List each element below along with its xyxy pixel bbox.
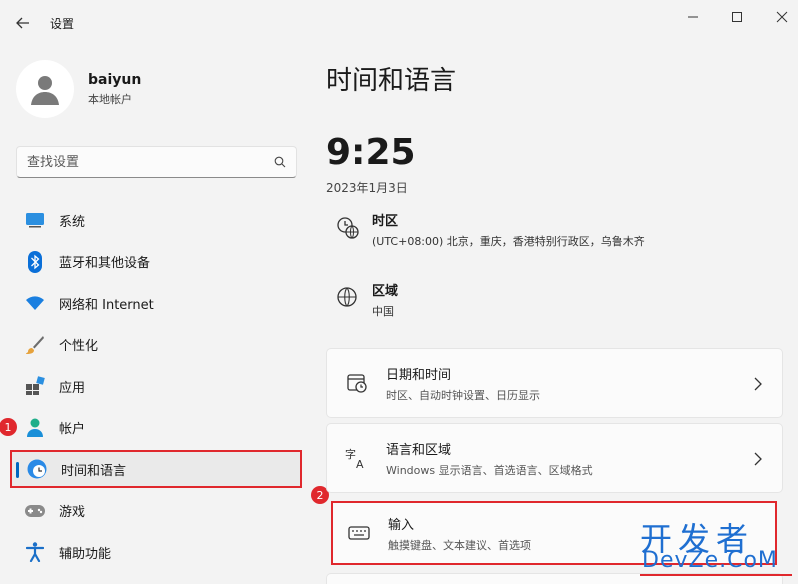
language-region-card[interactable]: 字A 语言和区域 Windows 显示语言、首选语言、区域格式 <box>326 423 783 493</box>
person-icon <box>24 417 46 439</box>
brush-icon <box>24 334 46 356</box>
back-arrow-icon[interactable] <box>14 14 32 32</box>
timezone-info: 时区 (UTC+08:00) 北京，重庆，香港特别行政区，乌鲁木齐 <box>336 210 645 249</box>
bluetooth-icon <box>24 250 46 273</box>
card-title: 输入 <box>388 517 415 533</box>
card-title: 语言和区域 <box>386 442 452 458</box>
nav-list: 系统 蓝牙和其他设备 网络和 Internet 个性化 应用 帐户 时间和语言 … <box>10 201 302 575</box>
card-subtitle: 触摸键盘、文本建议、首选项 <box>388 538 531 552</box>
sidebar-item-apps[interactable]: 应用 <box>10 367 302 405</box>
sidebar-item-label: 游戏 <box>59 505 86 520</box>
gamepad-icon <box>24 500 46 522</box>
sidebar-item-label: 帐户 <box>59 422 86 437</box>
sidebar-item-label: 个性化 <box>59 339 99 354</box>
current-time: 9:25 <box>326 132 416 173</box>
app-title: 设置 <box>50 17 75 31</box>
sidebar-item-label: 网络和 Internet <box>59 297 154 313</box>
sidebar-item-label: 辅助功能 <box>59 546 112 562</box>
language-icon: 字A <box>345 446 369 470</box>
sidebar-item-time-language[interactable]: 时间和语言 <box>10 450 302 488</box>
card-subtitle: 时区、自动时钟设置、日历显示 <box>386 388 540 402</box>
profile-account-type: 本地帐户 <box>88 92 132 106</box>
accessibility-icon <box>24 541 46 563</box>
search-input[interactable] <box>27 154 274 170</box>
sidebar-item-label: 时间和语言 <box>61 463 127 479</box>
sidebar: baiyun 本地帐户 系统 蓝牙和其他设备 网络和 Internet <box>0 46 310 584</box>
title-bar: 设置 <box>0 0 798 46</box>
wifi-icon <box>24 292 46 314</box>
timezone-title: 时区 <box>372 214 399 229</box>
region-info: 区域 中国 <box>336 280 398 319</box>
sidebar-item-accessibility[interactable]: 辅助功能 <box>10 533 302 571</box>
timezone-value: (UTC+08:00) 北京，重庆，香港特别行政区，乌鲁木齐 <box>372 235 645 248</box>
sidebar-item-network[interactable]: 网络和 Internet <box>10 284 302 322</box>
clock-globe-icon <box>26 458 48 480</box>
site-watermark: 开发者 DevZe.CoM <box>638 514 798 584</box>
search-box[interactable] <box>16 146 297 178</box>
region-title: 区域 <box>372 284 399 299</box>
current-date: 2023年1月3日 <box>326 181 408 195</box>
profile-name: baiyun <box>88 71 142 88</box>
apps-icon <box>24 375 46 397</box>
user-profile[interactable]: baiyun 本地帐户 <box>16 58 141 120</box>
minimize-button[interactable] <box>679 6 707 28</box>
sidebar-item-label: 系统 <box>59 214 86 230</box>
card-subtitle: Windows 显示语言、首选语言、区域格式 <box>386 463 593 477</box>
monitor-icon <box>24 209 46 231</box>
date-time-card[interactable]: 日期和时间 时区、自动时钟设置、日历显示 <box>326 348 783 418</box>
timezone-icon <box>336 216 360 240</box>
watermark-bottom: DevZe.CoM <box>642 548 778 573</box>
page-title: 时间和语言 <box>326 66 457 96</box>
keyboard-icon <box>347 521 371 545</box>
card-title: 日期和时间 <box>386 367 452 383</box>
chevron-right-icon <box>752 376 764 391</box>
sidebar-item-system[interactable]: 系统 <box>10 201 302 239</box>
sidebar-item-personalization[interactable]: 个性化 <box>10 326 302 364</box>
sidebar-item-label: 应用 <box>59 380 86 396</box>
chevron-right-icon <box>752 451 764 466</box>
region-value: 中国 <box>372 305 394 318</box>
sidebar-item-label: 蓝牙和其他设备 <box>59 256 151 271</box>
search-icon[interactable] <box>274 153 286 172</box>
watermark-underline <box>640 574 792 576</box>
svg-text:A: A <box>356 458 364 470</box>
sidebar-item-gaming[interactable]: 游戏 <box>10 492 302 530</box>
svg-text:字: 字 <box>345 447 356 461</box>
sidebar-item-bluetooth[interactable]: 蓝牙和其他设备 <box>10 243 302 281</box>
maximize-button[interactable] <box>723 6 751 28</box>
user-avatar-icon <box>31 76 59 105</box>
close-button[interactable] <box>768 6 796 28</box>
sidebar-item-accounts[interactable]: 帐户 <box>10 409 302 447</box>
avatar <box>16 60 74 118</box>
calendar-clock-icon <box>345 371 369 395</box>
globe-icon <box>336 286 360 310</box>
